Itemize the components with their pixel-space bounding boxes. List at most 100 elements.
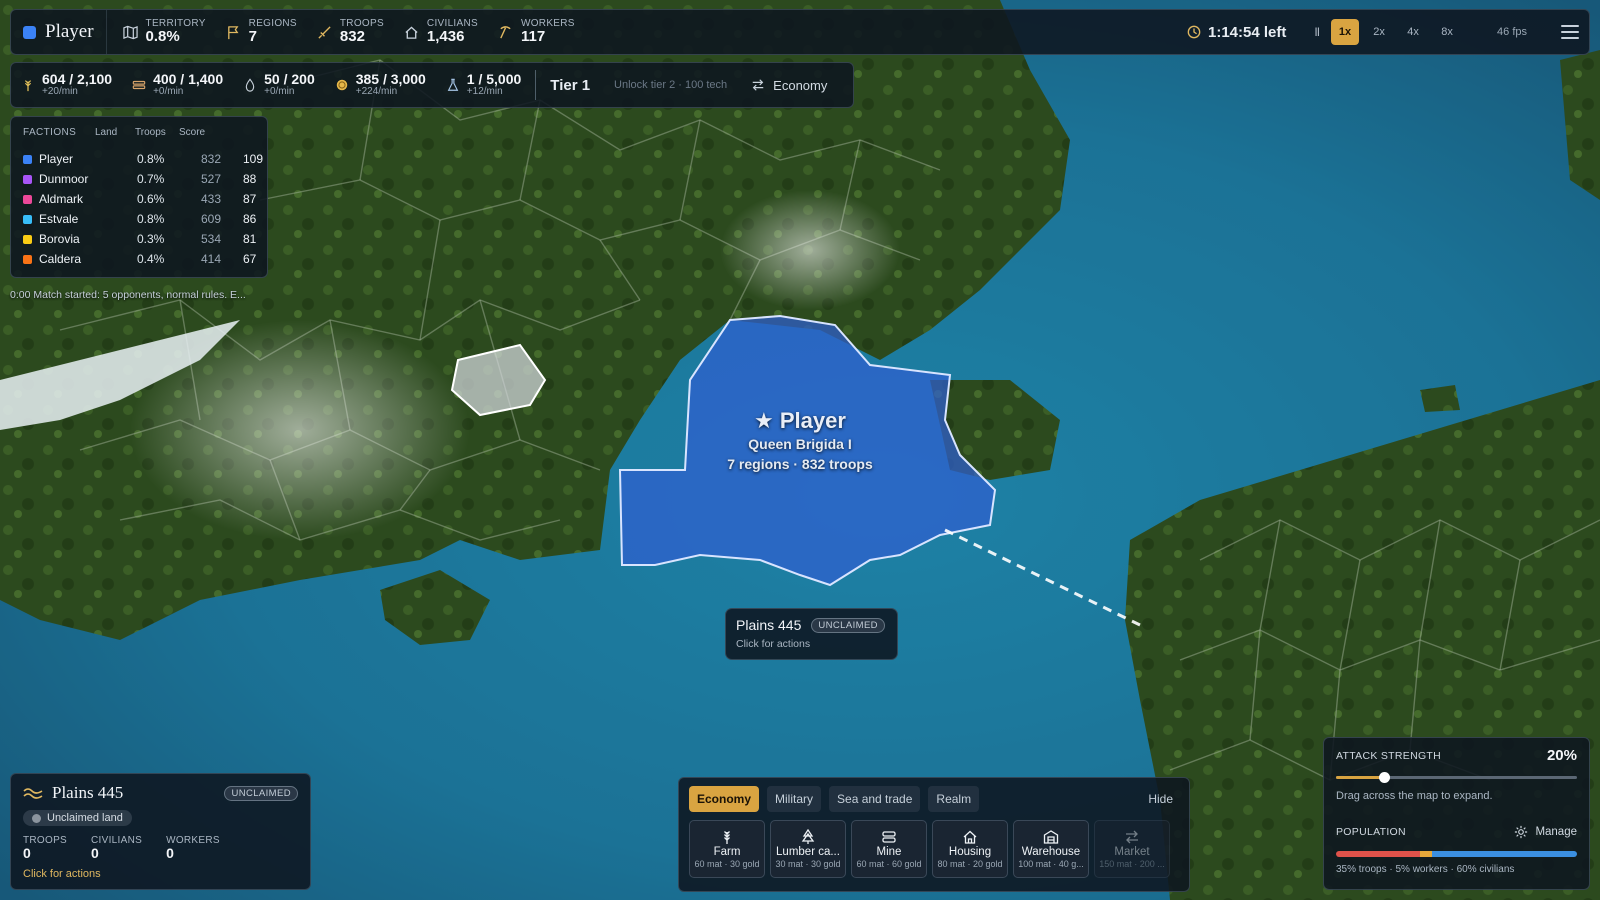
unlock-tier-button[interactable]: Unlock tier 2 · 100 tech (600, 79, 741, 91)
building-name: Housing (948, 846, 992, 858)
build-panel: Economy Military Sea and trade Realm Hid… (678, 777, 1190, 892)
build-market-button[interactable]: Market 150 mat · 200 ... (1094, 820, 1170, 878)
faction-row-borovia[interactable]: Borovia 0.3% 534 81 (23, 229, 256, 249)
resource-value: 400 / 1,400 (153, 71, 224, 88)
speed-1x-button[interactable]: 1x (1331, 19, 1360, 45)
build-farm-button[interactable]: Farm 60 mat · 30 gold (689, 820, 765, 878)
faction-score: 67 (243, 252, 257, 266)
faction-score: 88 (243, 172, 257, 186)
resource-value: 50 / 200 (264, 71, 315, 88)
housing-icon (963, 830, 977, 844)
house-icon (405, 25, 418, 39)
stat-value: 0 (23, 844, 31, 861)
building-name: Mine (876, 846, 902, 858)
faction-score: 87 (243, 192, 257, 206)
slider-fill (1336, 776, 1385, 779)
faction-row-estvale[interactable]: Estvale 0.8% 609 86 (23, 209, 256, 229)
stat-value: 7 (248, 28, 258, 46)
population-split-bar (1336, 851, 1577, 857)
tab-military[interactable]: Military (767, 786, 822, 812)
faction-name-text: Caldera (39, 252, 82, 266)
mine-icon (882, 831, 896, 843)
population-segment-workers (1420, 851, 1433, 857)
tab-economy[interactable]: Economy (689, 786, 760, 812)
ownership-label: Unclaimed land (47, 812, 123, 824)
population-segment-troops (1336, 851, 1421, 857)
fps-counter: 46 fps (1497, 26, 1527, 38)
region-action-hint[interactable]: Click for actions (23, 868, 298, 880)
faction-troops: 433 (201, 192, 222, 206)
building-name: Farm (713, 846, 741, 858)
faction-row-player[interactable]: Player 0.8% 832 109 (23, 149, 263, 169)
faction-name: Dunmoor (23, 172, 137, 186)
economy-mode-button[interactable]: Economy (741, 78, 837, 93)
pause-button[interactable]: II (1314, 25, 1320, 39)
faction-name: Estvale (23, 212, 137, 226)
building-cost: 60 mat · 60 gold (856, 859, 922, 869)
faction-color-swatch (23, 214, 32, 224)
speed-8x-button[interactable]: 8x (1433, 19, 1461, 45)
faction-troops: 534 (201, 232, 222, 246)
faction-row-dunmoor[interactable]: Dunmoor 0.7% 527 88 (23, 169, 256, 189)
manage-population-button[interactable]: Manage (1514, 825, 1577, 839)
faction-name-text: Estvale (39, 212, 79, 226)
build-warehouse-button[interactable]: Warehouse 100 mat · 40 g... (1013, 820, 1089, 878)
tab-realm[interactable]: Realm (928, 786, 980, 812)
factions-panel: FACTIONS Land Troops Score Player 0.8% 832… (10, 116, 268, 278)
territory-summary: 7 regions · 832 troops (727, 456, 873, 472)
region-tooltip: Plains 445 UNCLAIMED Click for actions (725, 608, 898, 660)
faction-land: 0.8% (137, 152, 165, 166)
farm-icon (724, 831, 730, 844)
speed-4x-button[interactable]: 4x (1399, 19, 1427, 45)
hamburger-menu-icon[interactable] (1561, 25, 1579, 39)
attack-strength-value: 20% (1546, 747, 1577, 764)
faction-color-swatch (23, 154, 32, 164)
status-badge: UNCLAIMED (224, 785, 298, 801)
faction-land: 0.4% (137, 252, 165, 266)
factions-header: FACTIONS Land Troops Score (23, 123, 255, 141)
resource-value: 385 / 3,000 (355, 71, 426, 88)
faction-score: 86 (243, 212, 257, 226)
flask-icon (447, 78, 459, 91)
faction-row-caldera[interactable]: Caldera 0.4% 414 67 (23, 249, 256, 269)
resource-rate: +12/min (466, 86, 503, 98)
stat-value: 0 (91, 844, 99, 861)
build-mine-button[interactable]: Mine 60 mat · 60 gold (851, 820, 927, 878)
attack-strength-slider[interactable] (1336, 770, 1577, 786)
region-stat-troops: TROOPS 0 (23, 835, 67, 861)
resource-bar: 604 / 2,100 +20/min 400 / 1,400 +0/min 5… (10, 62, 854, 108)
stat-value: 832 (339, 28, 365, 46)
swap-arrows-icon (752, 79, 764, 91)
faction-name-text: Dunmoor (39, 172, 89, 186)
column-land: Land (95, 126, 118, 138)
resource-materials: 400 / 1,400 +0/min (122, 72, 233, 97)
slider-handle[interactable] (1379, 772, 1391, 783)
selected-region-panel: Plains 445 UNCLAIMED Unclaimed land TROO… (10, 773, 311, 890)
speed-2x-button[interactable]: 2x (1365, 19, 1393, 45)
faction-color-swatch (23, 174, 32, 184)
faction-color-swatch (23, 234, 32, 244)
market-icon (1126, 830, 1138, 844)
faction-name-text: Player (39, 152, 74, 166)
wheat-icon (24, 80, 32, 92)
build-housing-button[interactable]: Housing 80 mat · 20 gold (932, 820, 1008, 878)
faction-land: 0.8% (137, 212, 165, 226)
faction-troops: 832 (201, 152, 222, 166)
building-name: Warehouse (1021, 846, 1081, 858)
oil-drop-icon (245, 78, 255, 92)
population-split-text: 35% troops · 5% workers · 60% civilians (1336, 864, 1515, 875)
match-timer: 1:14:54 left (1187, 24, 1286, 41)
resource-rate: +0/min (264, 86, 295, 98)
population-segment-civilians (1432, 851, 1577, 857)
building-cost: 30 mat · 30 gold (775, 859, 841, 869)
stat-value: 117 (520, 28, 546, 46)
faction-row-aldmark[interactable]: Aldmark 0.6% 433 87 (23, 189, 256, 209)
manage-label: Manage (1535, 826, 1577, 838)
hide-button[interactable]: Hide (1148, 792, 1179, 806)
gold-coin-icon (336, 79, 347, 91)
building-name: Lumber ca... (776, 846, 840, 858)
tab-sea-and-trade[interactable]: Sea and trade (829, 786, 921, 812)
clock-icon (1187, 25, 1201, 39)
column-score: Score (179, 126, 206, 138)
build-lumber-camp-button[interactable]: Lumber ca... 30 mat · 30 gold (770, 820, 846, 878)
